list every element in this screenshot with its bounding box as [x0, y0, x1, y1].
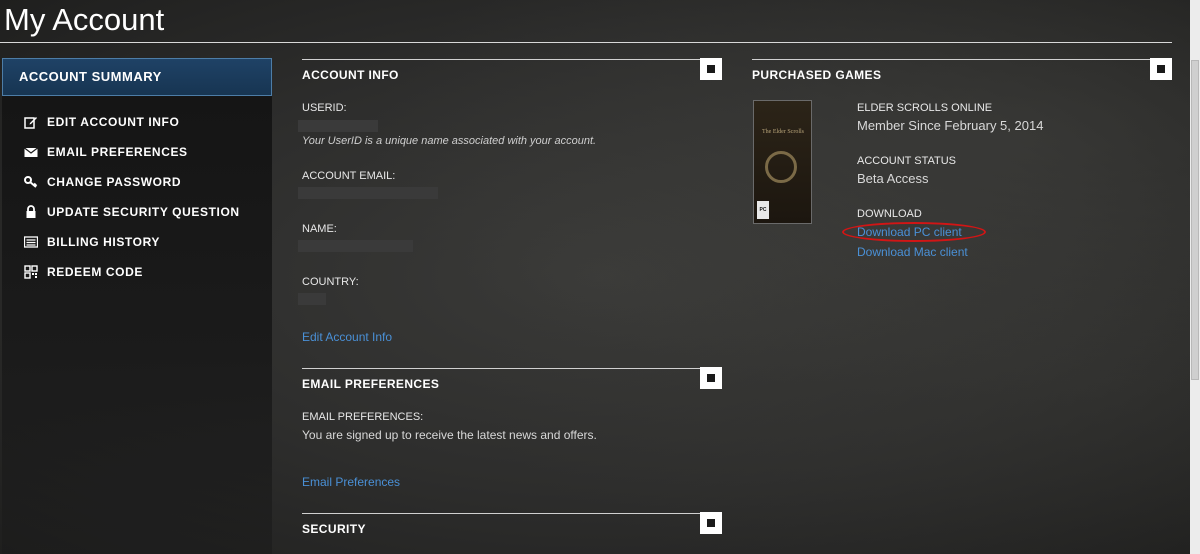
- game-cover-emblem: [765, 151, 797, 183]
- lock-icon: [26, 205, 36, 218]
- sidebar: ACCOUNT SUMMARY EDIT ACCOUNT INFO EMAIL …: [2, 58, 272, 554]
- email-preferences-label: EMAIL PREFERENCES:: [302, 411, 424, 423]
- purchased-games-heading: PURCHASED GAMES: [752, 68, 882, 82]
- sidebar-item-redeem-code[interactable]: REDEEM CODE: [2, 257, 272, 287]
- page-title: My Account: [4, 2, 165, 37]
- game-cover-title: The Elder Scrolls: [762, 129, 804, 135]
- scrollbar-thumb[interactable]: [1191, 60, 1199, 380]
- scrollbar[interactable]: [1190, 0, 1200, 554]
- account-email-value-redacted: [298, 187, 438, 199]
- country-label: COUNTRY:: [302, 276, 359, 288]
- purchased-games-toggle-button[interactable]: [1150, 58, 1172, 80]
- annotation-highlight-circle: [842, 222, 986, 242]
- account-email-label: ACCOUNT EMAIL:: [302, 170, 396, 182]
- security-heading: SECURITY: [302, 522, 366, 536]
- email-preferences-toggle-button[interactable]: [700, 367, 722, 389]
- game-title: ELDER SCROLLS ONLINE: [857, 102, 993, 114]
- account-info-toggle-button[interactable]: [700, 58, 722, 80]
- userid-value-redacted: [298, 120, 378, 132]
- sidebar-item-label: UPDATE SECURITY QUESTION: [47, 205, 240, 219]
- sidebar-item-label: BILLING HISTORY: [47, 235, 161, 249]
- sidebar-item-email-preferences[interactable]: EMAIL PREFERENCES: [2, 137, 272, 167]
- userid-label: USERID:: [302, 102, 347, 114]
- account-info-section: ACCOUNT INFO USERID: Your UserID is a un…: [298, 58, 722, 360]
- edit-icon: [24, 117, 37, 129]
- sidebar-item-account-summary[interactable]: ACCOUNT SUMMARY: [2, 58, 272, 96]
- list-icon: [24, 236, 38, 248]
- sidebar-item-label: REDEEM CODE: [47, 265, 143, 279]
- envelope-icon: [24, 147, 38, 157]
- download-label: DOWNLOAD: [857, 208, 922, 220]
- sidebar-item-label: CHANGE PASSWORD: [47, 175, 182, 189]
- name-label: NAME:: [302, 223, 337, 235]
- game-cover-image: The Elder Scrolls PC: [753, 100, 812, 224]
- security-toggle-button[interactable]: [700, 512, 722, 534]
- name-value-redacted: [298, 240, 413, 252]
- account-status-value: Beta Access: [857, 171, 929, 186]
- key-icon: [24, 176, 38, 188]
- sidebar-item-update-security-question[interactable]: UPDATE SECURITY QUESTION: [2, 197, 272, 227]
- edit-account-info-link[interactable]: Edit Account Info: [302, 330, 392, 344]
- page: My Account ACCOUNT SUMMARY EDIT ACCOUNT …: [0, 0, 1200, 554]
- sidebar-item-label: EDIT ACCOUNT INFO: [47, 115, 180, 129]
- sidebar-item-edit-account-info[interactable]: EDIT ACCOUNT INFO: [2, 107, 272, 137]
- sidebar-list: EDIT ACCOUNT INFO EMAIL PREFERENCES CHAN…: [2, 107, 272, 287]
- email-preferences-status: You are signed up to receive the latest …: [302, 428, 597, 442]
- sidebar-item-label: EMAIL PREFERENCES: [47, 145, 188, 159]
- email-preferences-heading: EMAIL PREFERENCES: [302, 377, 440, 391]
- account-info-heading: ACCOUNT INFO: [302, 68, 399, 82]
- userid-help-text: Your UserID is a unique name associated …: [302, 135, 597, 147]
- country-value-redacted: [298, 293, 326, 305]
- sidebar-item-billing-history[interactable]: BILLING HISTORY: [2, 227, 272, 257]
- qr-code-icon: [24, 265, 38, 279]
- security-section: SECURITY: [302, 512, 722, 554]
- game-member-since: Member Since February 5, 2014: [857, 118, 1044, 133]
- email-preferences-section: EMAIL PREFERENCES EMAIL PREFERENCES: You…: [302, 367, 722, 504]
- game-cover-platform-badge: PC: [757, 201, 769, 219]
- download-mac-client-link[interactable]: Download Mac client: [857, 245, 968, 259]
- title-divider: [0, 42, 1172, 43]
- sidebar-item-change-password[interactable]: CHANGE PASSWORD: [2, 167, 272, 197]
- account-status-label: ACCOUNT STATUS: [857, 155, 957, 167]
- email-preferences-link[interactable]: Email Preferences: [302, 475, 400, 489]
